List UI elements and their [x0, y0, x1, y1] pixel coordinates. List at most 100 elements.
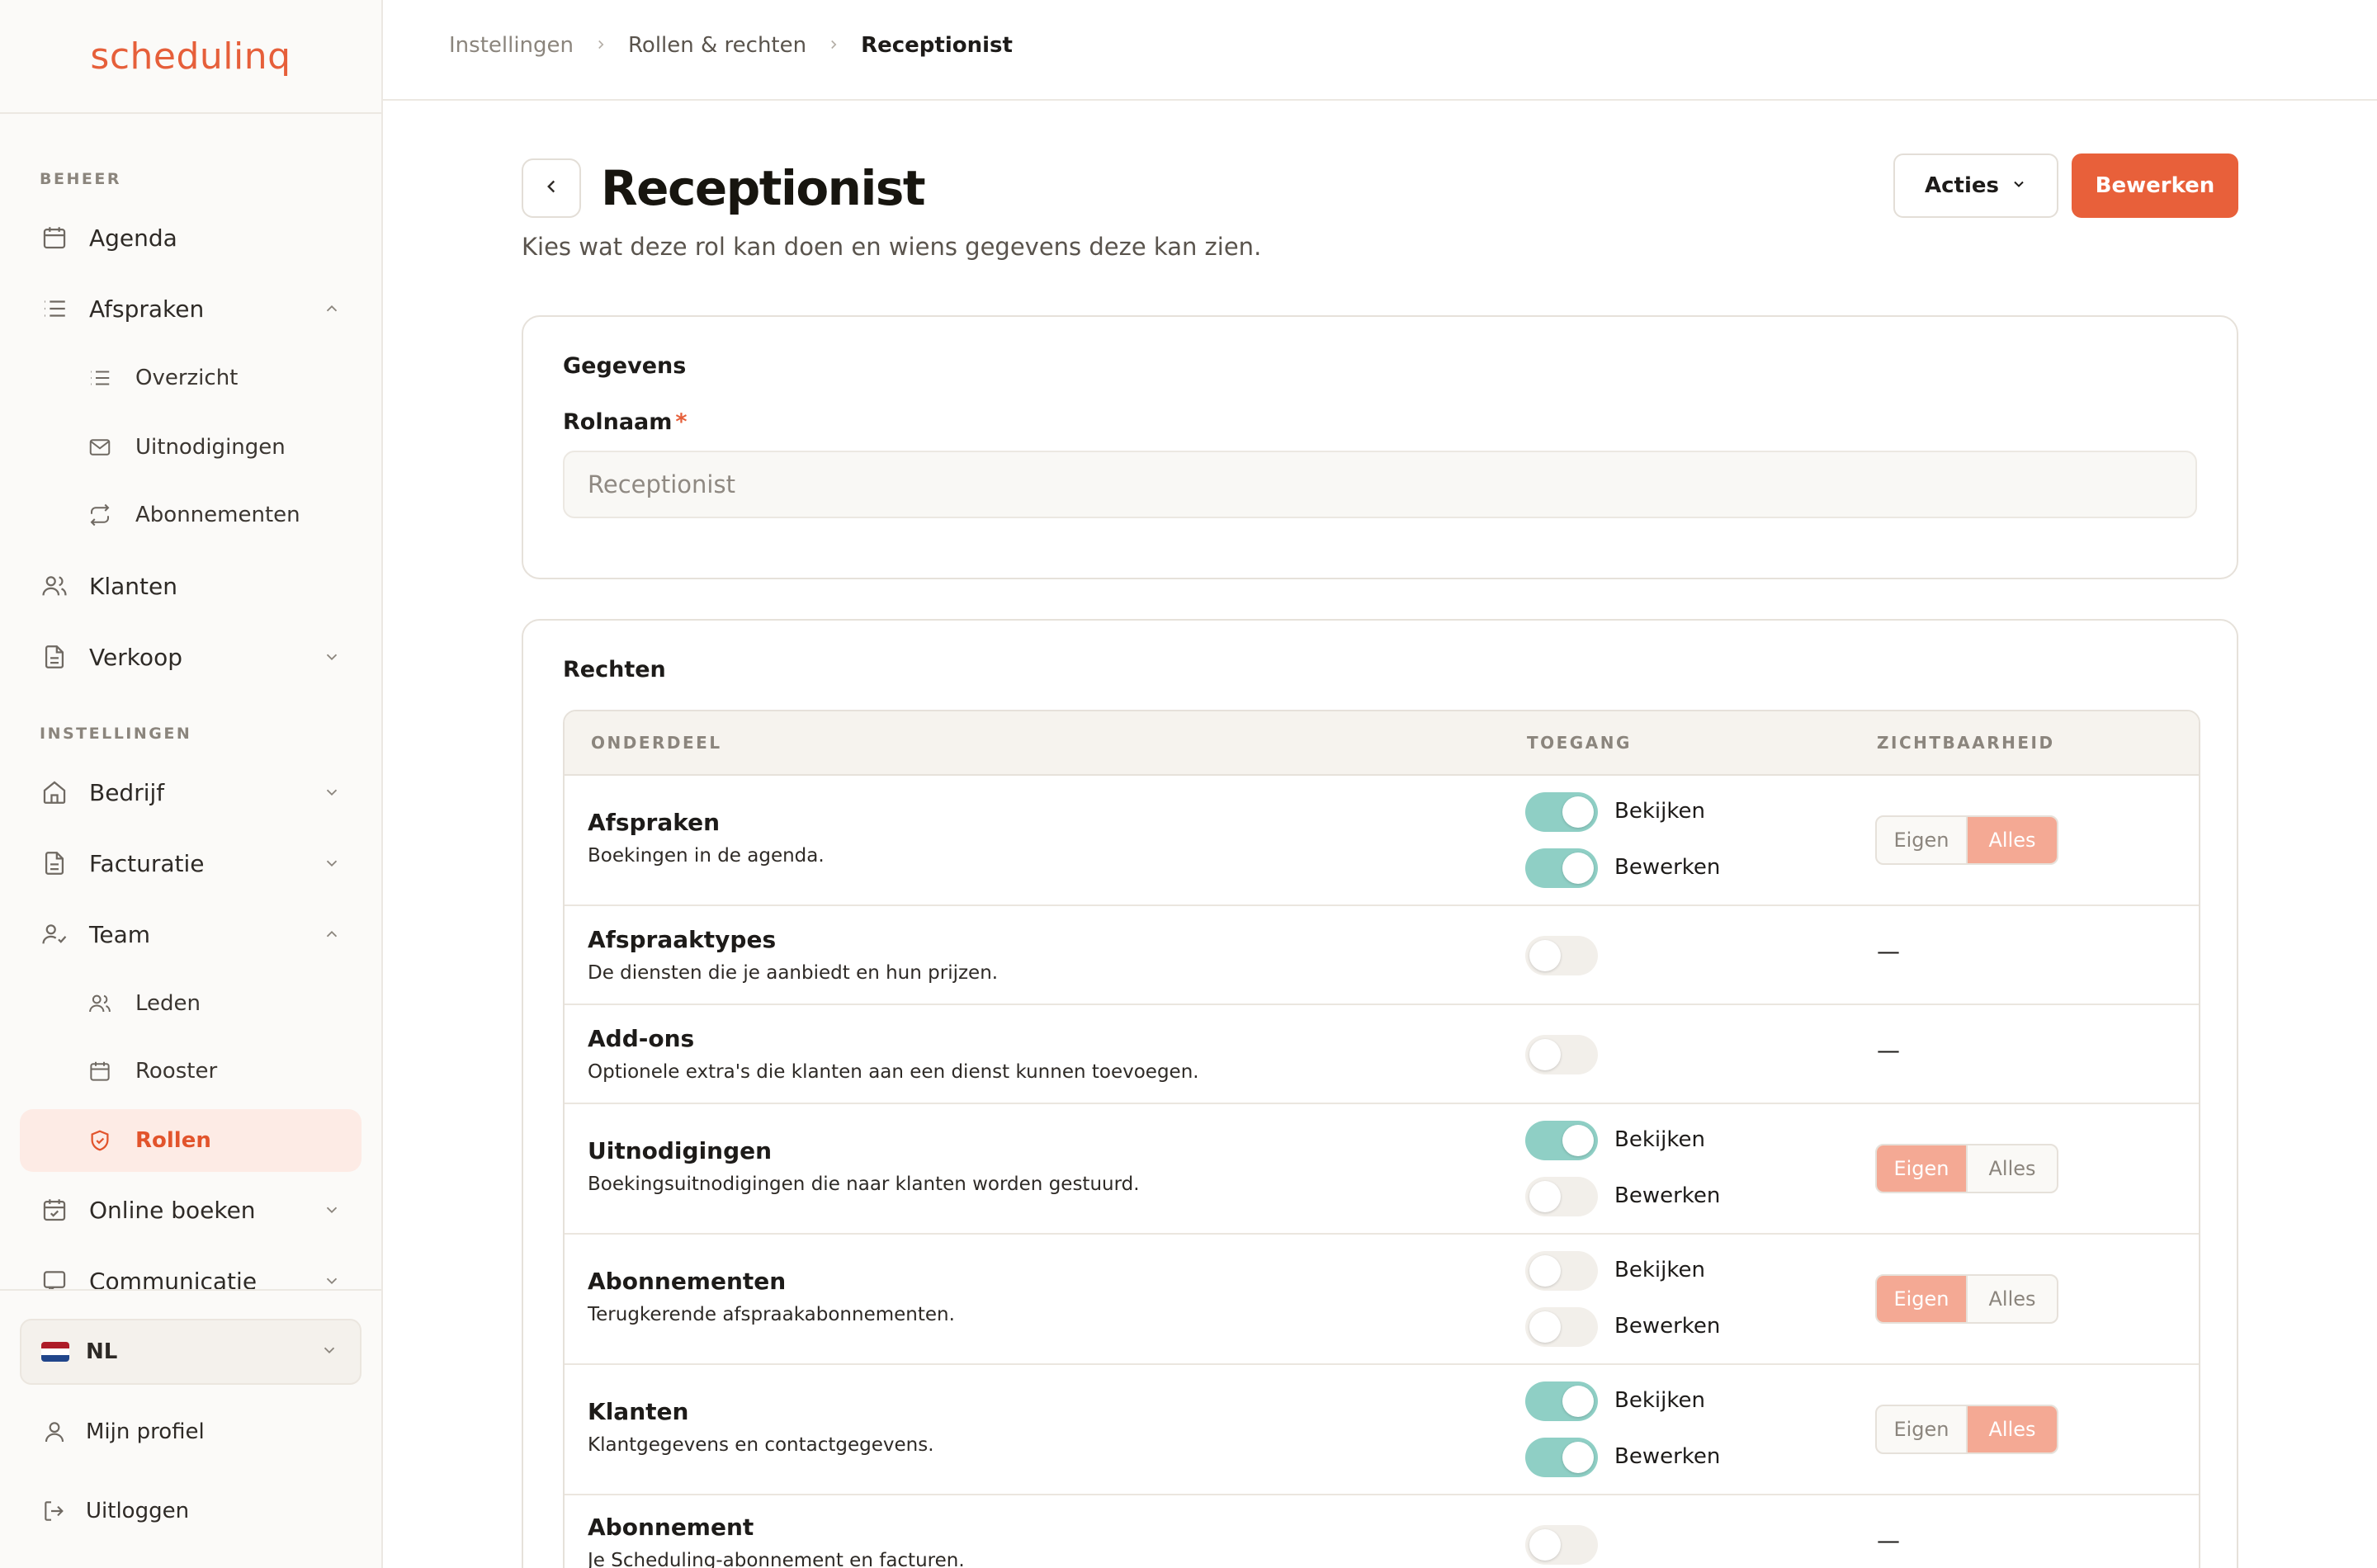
- rolename-input[interactable]: Receptionist: [563, 451, 2197, 518]
- view-toggle[interactable]: [1525, 1251, 1598, 1291]
- flag-nl-icon: [41, 1342, 69, 1362]
- row-description: Klantgegevens en contactgegevens.: [588, 1434, 934, 1456]
- sidebar-item-label: Rollen: [135, 1128, 211, 1153]
- users-icon: [38, 569, 71, 602]
- back-button[interactable]: [522, 158, 581, 218]
- table-row: Abonnementen Terugkerende afspraakabonne…: [565, 1235, 2199, 1365]
- edit-toggle-label: Bewerken: [1614, 855, 1721, 880]
- table-row: Abonnement Je Scheduling-abonnement en f…: [565, 1495, 2199, 1568]
- view-toggle-label: Bekijken: [1614, 799, 1705, 824]
- language-label: NL: [86, 1339, 118, 1364]
- edit-toggle[interactable]: [1525, 848, 1598, 888]
- chevron-right-icon: [826, 34, 841, 57]
- sidebar-item-label: Abonnementen: [135, 503, 300, 527]
- breadcrumb-item-rollen[interactable]: Rollen & rechten: [628, 33, 806, 58]
- column-header-zichtbaarheid: ZICHTBAARHEID: [1877, 733, 2055, 753]
- required-mark: *: [675, 409, 688, 435]
- edit-toggle[interactable]: [1525, 1177, 1598, 1216]
- sidebar-item-rooster[interactable]: Rooster: [20, 1040, 362, 1103]
- row-name: Afspraaktypes: [588, 926, 777, 953]
- sidebar-item-label: Online boeken: [89, 1196, 256, 1224]
- visibility-all-option[interactable]: Alles: [1966, 817, 2057, 863]
- sidebar-item-agenda[interactable]: Agenda: [20, 206, 362, 269]
- access-toggle[interactable]: [1525, 1035, 1598, 1074]
- sidebar-item-label: Agenda: [89, 224, 177, 252]
- sidebar-item-label: Team: [89, 920, 151, 948]
- sidebar-item-communicatie[interactable]: Communicatie: [20, 1249, 362, 1289]
- my-profile-link[interactable]: Mijn profiel: [20, 1403, 362, 1461]
- view-toggle-label: Bekijken: [1614, 1388, 1705, 1413]
- edit-toggle[interactable]: [1525, 1307, 1598, 1347]
- calendar-icon: [38, 221, 71, 254]
- rights-table: ONDERDEEL TOEGANG ZICHTBAARHEID Afsprake…: [563, 710, 2200, 1568]
- view-toggle[interactable]: [1525, 1381, 1598, 1421]
- logo[interactable]: schedulinq: [0, 0, 381, 114]
- section-label-beheer: BEHEER: [40, 170, 121, 188]
- logout-link[interactable]: Uitloggen: [20, 1482, 362, 1540]
- visibility-none: —: [1877, 937, 1900, 965]
- visibility-all-option[interactable]: Alles: [1966, 1406, 2057, 1452]
- breadcrumb-item-instellingen[interactable]: Instellingen: [449, 33, 574, 58]
- calendar-icon: [86, 1057, 114, 1085]
- chevron-right-icon: [593, 34, 608, 57]
- row-name: Abonnementen: [588, 1268, 787, 1295]
- sidebar-item-uitnodigingen[interactable]: Uitnodigingen: [20, 416, 362, 479]
- table-row: Afspraken Boekingen in de agenda. Bekijk…: [565, 776, 2199, 906]
- visibility-segmented-control: Eigen Alles: [1875, 1144, 2058, 1193]
- access-toggle[interactable]: [1525, 936, 1598, 975]
- logout-icon: [38, 1495, 71, 1528]
- view-toggle[interactable]: [1525, 792, 1598, 832]
- sidebar-item-rollen[interactable]: Rollen: [20, 1109, 362, 1172]
- breadcrumb-item-current: Receptionist: [861, 33, 1013, 58]
- sidebar-item-team[interactable]: Team: [20, 903, 362, 966]
- visibility-none: —: [1877, 1037, 1900, 1064]
- logout-label: Uitloggen: [86, 1499, 190, 1523]
- visibility-all-option[interactable]: Alles: [1966, 1276, 2057, 1322]
- sidebar-item-label: Leden: [135, 991, 201, 1016]
- mail-icon: [86, 433, 114, 461]
- sidebar-item-label: Communicatie: [89, 1267, 258, 1290]
- access-toggle[interactable]: [1525, 1525, 1598, 1565]
- visibility-segmented-control: Eigen Alles: [1875, 815, 2058, 865]
- table-header: ONDERDEEL TOEGANG ZICHTBAARHEID: [565, 711, 2199, 776]
- edit-toggle-label: Bewerken: [1614, 1444, 1721, 1469]
- actions-dropdown-button[interactable]: Acties: [1893, 153, 2058, 218]
- visibility-none: —: [1877, 1527, 1900, 1554]
- sidebar-item-klanten[interactable]: Klanten: [20, 555, 362, 617]
- visibility-own-option[interactable]: Eigen: [1877, 1276, 1966, 1322]
- message-icon: [38, 1264, 71, 1289]
- sidebar-item-leden[interactable]: Leden: [20, 972, 362, 1035]
- sidebar-item-facturatie[interactable]: Facturatie: [20, 832, 362, 895]
- list-icon: [86, 364, 114, 392]
- view-toggle-label: Bekijken: [1614, 1127, 1705, 1152]
- sidebar-item-online-boeken[interactable]: Online boeken: [20, 1178, 362, 1241]
- sidebar-item-verkoop[interactable]: Verkoop: [20, 626, 362, 688]
- visibility-own-option[interactable]: Eigen: [1877, 817, 1966, 863]
- user-check-icon: [38, 918, 71, 951]
- chevron-up-icon: [322, 299, 342, 319]
- sidebar-item-label: Afspraken: [89, 295, 205, 323]
- my-profile-label: Mijn profiel: [86, 1419, 205, 1444]
- table-row: Uitnodigingen Boekingsuitnodigingen die …: [565, 1104, 2199, 1235]
- language-select[interactable]: NL: [20, 1319, 362, 1385]
- row-description: Je Scheduling-abonnement en facturen.: [588, 1550, 965, 1568]
- visibility-own-option[interactable]: Eigen: [1877, 1145, 1966, 1192]
- sidebar-footer: NL Mijn profiel Uitloggen: [0, 1289, 381, 1568]
- document-icon: [38, 640, 71, 673]
- sidebar-item-overzicht[interactable]: Overzicht: [20, 347, 362, 409]
- column-header-toegang: TOEGANG: [1527, 733, 1632, 753]
- document-icon: [38, 847, 71, 880]
- row-name: Abonnement: [588, 1514, 754, 1541]
- chevron-down-icon: [322, 647, 342, 667]
- edit-toggle[interactable]: [1525, 1438, 1598, 1477]
- visibility-all-option[interactable]: Alles: [1966, 1145, 2057, 1192]
- sidebar-item-abonnementen[interactable]: Abonnementen: [20, 484, 362, 546]
- chevron-down-icon: [322, 782, 342, 802]
- sidebar-item-bedrijf[interactable]: Bedrijf: [20, 761, 362, 824]
- sidebar-nav: BEHEER Agenda Afspraken Overzicht Uitnod…: [0, 116, 381, 1289]
- edit-button[interactable]: Bewerken: [2072, 153, 2238, 218]
- sidebar-item-afspraken[interactable]: Afspraken: [20, 277, 362, 340]
- view-toggle-label: Bekijken: [1614, 1258, 1705, 1282]
- view-toggle[interactable]: [1525, 1121, 1598, 1160]
- visibility-own-option[interactable]: Eigen: [1877, 1406, 1966, 1452]
